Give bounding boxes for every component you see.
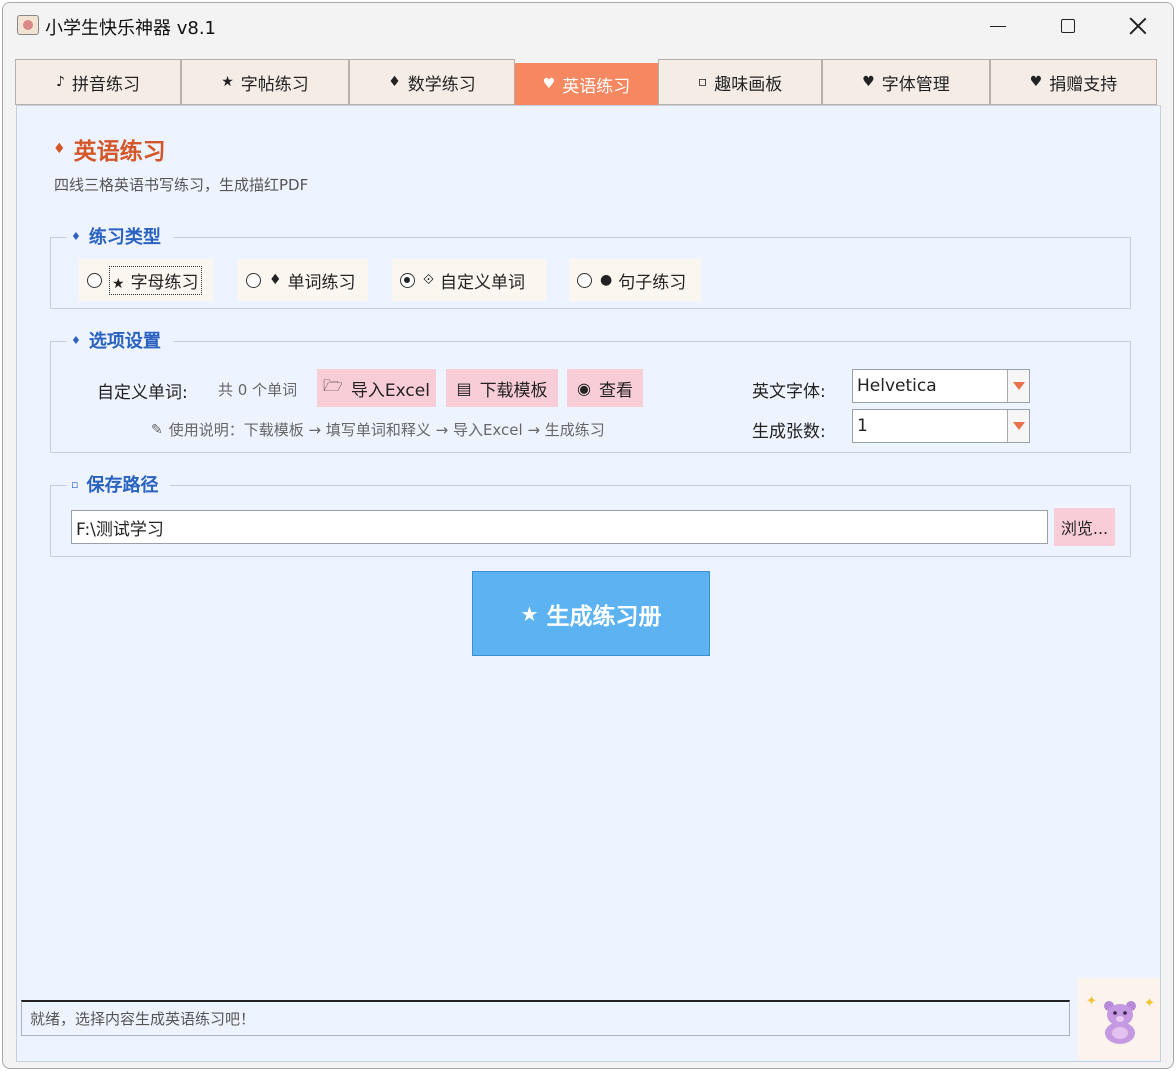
music-note-icon: ♪ — [56, 74, 65, 90]
close-button[interactable] — [1103, 3, 1173, 49]
diamond-icon: ♦ — [388, 74, 401, 90]
tab-label: 字体管理 — [881, 74, 950, 95]
chevron-down-icon[interactable] — [1007, 370, 1029, 402]
star-icon: ★ — [520, 601, 539, 626]
page-title: ♦ 英语练习 — [53, 132, 166, 166]
button-label: 查看 — [598, 380, 633, 401]
button-label: 生成练习册 — [546, 603, 662, 630]
save-path-group: ▫ 保存路径 F:\测试学习 浏览... — [50, 471, 1131, 557]
view-button[interactable]: ◉ 查看 — [567, 369, 643, 407]
font-label: 英文字体: — [752, 382, 826, 402]
app-window: 小学生快乐神器 v8.1 ♪ 拼音练习 ★ 字帖练习 ♦ 数学练习 ♥ 英语练习… — [2, 2, 1174, 1069]
radio-label: ★ 字母练习 — [109, 265, 202, 295]
pages-select-value: 1 — [857, 416, 868, 436]
radio-words[interactable]: ♦ 单词练习 — [238, 259, 368, 301]
tab-math[interactable]: ♦ 数学练习 — [349, 59, 515, 105]
bear-mascot: ✦ ✦ — [1078, 978, 1160, 1060]
heart-icon: ♥ — [1029, 74, 1043, 90]
options-group: ♦ 选项设置 自定义单词: 共 0 个单词 🗁 导入Excel ▤ 下载模板 ◉… — [50, 327, 1131, 453]
radio-circle-selected[interactable] — [400, 272, 415, 288]
tab-fonts[interactable]: ♥ 字体管理 — [822, 59, 990, 105]
sparkle-icon: ✦ — [1144, 996, 1155, 1011]
save-path-value: F:\测试学习 — [76, 519, 164, 540]
star-icon: ★ — [112, 275, 125, 292]
font-select-value: Helvetica — [857, 376, 937, 396]
practice-type-group: ♦ 练习类型 ★ 字母练习 ♦ 单词练习 ⟐ 自定义单词 ● 句子练习 — [50, 223, 1131, 309]
dot-icon: ● — [600, 272, 613, 288]
usage-hint-text: 使用说明：下载模板 → 填写单词和释义 → 导入Excel → 生成练习 — [168, 421, 605, 439]
button-label: 导入Excel — [350, 380, 430, 401]
tab-donate[interactable]: ♥ 捐赠支持 — [990, 59, 1157, 105]
edit-document-icon: ✎ — [151, 421, 163, 438]
radio-label-text: 字母练习 — [130, 272, 199, 293]
diamond-icon: ♦ — [53, 141, 66, 157]
tab-drawing[interactable]: ▫ 趣味画板 — [658, 59, 822, 105]
heart-icon: ♥ — [542, 76, 556, 92]
radio-label-text: 自定义单词 — [440, 272, 526, 293]
tab-label: 趣味画板 — [714, 74, 783, 95]
save-path-input[interactable]: F:\测试学习 — [71, 510, 1048, 544]
target-icon: ⟐ — [423, 272, 435, 288]
generate-workbook-button[interactable]: ★ 生成练习册 — [472, 571, 710, 656]
radio-circle[interactable] — [246, 272, 261, 288]
page-title-text: 英语练习 — [73, 139, 166, 165]
browse-button[interactable]: 浏览... — [1054, 508, 1115, 546]
import-excel-button[interactable]: 🗁 导入Excel — [317, 369, 436, 407]
tab-label: 拼音练习 — [71, 74, 140, 95]
minimize-button[interactable] — [963, 3, 1033, 49]
heart-icon: ♥ — [862, 74, 875, 90]
tab-label: 捐赠支持 — [1049, 74, 1118, 95]
sparkle-icon: ✦ — [1086, 994, 1097, 1009]
bear-icon — [1104, 1001, 1136, 1044]
english-practice-panel: ♦ 英语练习 四线三格英语书写练习，生成描红PDF ♦ 练习类型 ★ 字母练习 ♦… — [16, 105, 1161, 1062]
tab-pinyin[interactable]: ♪ 拼音练习 — [15, 59, 181, 105]
custom-words-label: 自定义单词: — [97, 383, 188, 403]
group-label-text: 保存路径 — [86, 475, 159, 496]
page-subtitle: 四线三格英语书写练习，生成描红PDF — [54, 176, 309, 194]
star-icon: ★ — [221, 74, 234, 90]
group-label: ♦ 练习类型 — [67, 223, 173, 249]
tab-label: 数学练习 — [407, 74, 476, 95]
small-circle-icon: ▫ — [697, 74, 708, 90]
pages-label: 生成张数: — [752, 422, 826, 442]
clipboard-icon: ▤ — [456, 378, 472, 398]
group-label-text: 选项设置 — [88, 331, 161, 352]
radio-label-text: 单词练习 — [287, 272, 356, 293]
radio-target-icon: ◉ — [577, 378, 591, 398]
app-icon — [17, 15, 39, 35]
radio-custom-words[interactable]: ⟐ 自定义单词 — [392, 259, 546, 301]
word-count: 共 0 个单词 — [218, 381, 298, 399]
pages-select[interactable]: 1 — [852, 409, 1030, 443]
maximize-button[interactable] — [1033, 3, 1103, 49]
group-label: ♦ 选项设置 — [67, 327, 173, 353]
button-label: 下载模板 — [479, 380, 548, 401]
minimize-icon — [990, 25, 1006, 27]
folder-icon: 🗁 — [323, 375, 343, 395]
radio-sentences[interactable]: ● 句子练习 — [569, 259, 701, 301]
close-icon — [1129, 17, 1147, 35]
diamond-icon: ♦ — [71, 229, 81, 243]
tab-label: 英语练习 — [562, 76, 631, 97]
small-circle-icon: ▫ — [71, 477, 79, 491]
group-label-text: 练习类型 — [88, 227, 161, 248]
font-select[interactable]: Helvetica — [852, 369, 1030, 403]
tab-label: 字帖练习 — [240, 74, 309, 95]
status-text: 就绪，选择内容生成英语练习吧！ — [30, 1010, 256, 1028]
usage-hint: ✎ 使用说明：下载模板 → 填写单词和释义 → 导入Excel → 生成练习 — [151, 419, 605, 440]
radio-circle[interactable] — [577, 272, 592, 288]
tab-copybook[interactable]: ★ 字帖练习 — [181, 59, 349, 105]
window-title: 小学生快乐神器 v8.1 — [45, 18, 216, 39]
diamond-icon: ♦ — [71, 333, 81, 347]
status-bar: 就绪，选择内容生成英语练习吧！ — [21, 1000, 1070, 1036]
diamond-icon: ♦ — [269, 272, 282, 288]
chevron-down-icon[interactable] — [1007, 410, 1029, 442]
download-template-button[interactable]: ▤ 下载模板 — [446, 369, 558, 407]
group-label: ▫ 保存路径 — [67, 471, 171, 497]
radio-label-text: 句子练习 — [618, 272, 687, 293]
radio-letters[interactable]: ★ 字母练习 — [79, 259, 213, 301]
title-bar: 小学生快乐神器 v8.1 — [3, 3, 1173, 49]
tab-english[interactable]: ♥ 英语练习 — [515, 63, 658, 105]
radio-circle[interactable] — [87, 272, 102, 288]
maximize-icon — [1061, 19, 1075, 33]
